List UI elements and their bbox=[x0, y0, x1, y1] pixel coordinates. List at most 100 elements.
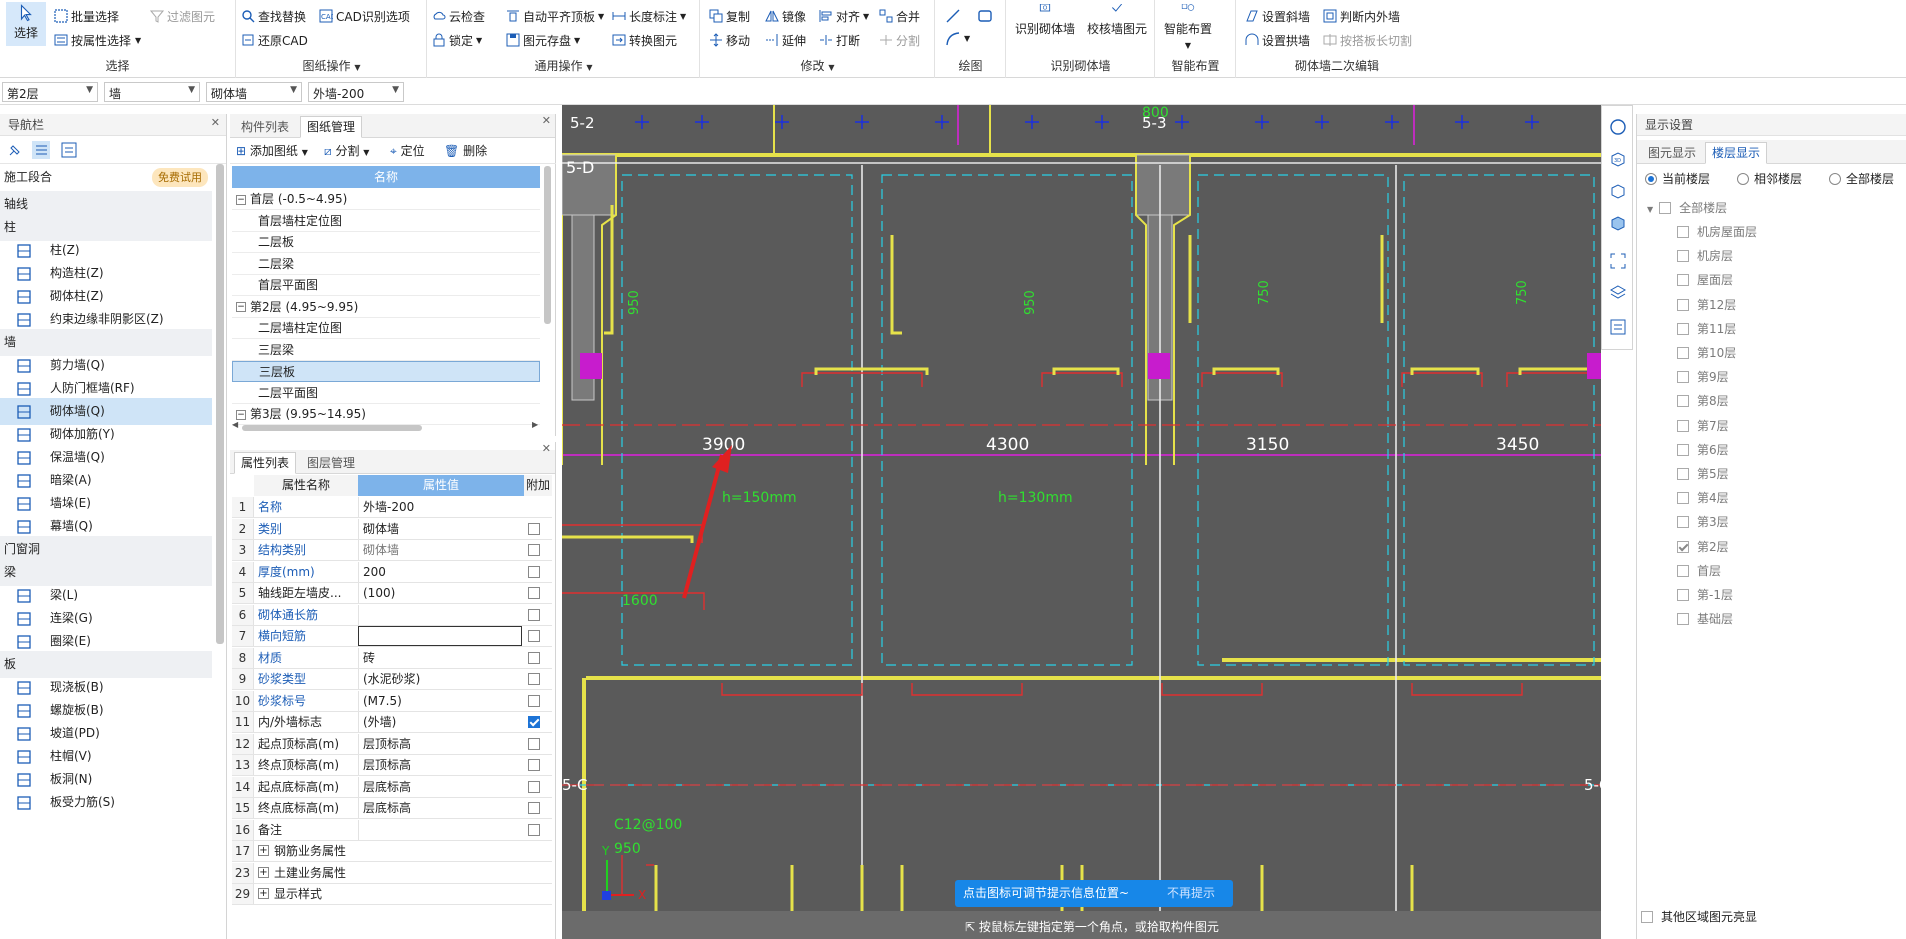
element-select[interactable]: 外墙-200 ▼ bbox=[308, 82, 404, 102]
line-tool-icon[interactable] bbox=[946, 9, 960, 23]
close-icon[interactable]: ✕ bbox=[211, 116, 220, 129]
arc-tool-icon[interactable] bbox=[946, 32, 960, 46]
tab-element-display[interactable]: 图元显示 bbox=[1641, 142, 1703, 164]
tree-drawing-item[interactable]: 二层平面图 bbox=[232, 383, 540, 404]
layer-view-icon[interactable] bbox=[1609, 284, 1627, 302]
locate-button[interactable]: ⌖ 定位 bbox=[390, 138, 425, 164]
tree-drawing-item[interactable]: 三层板 bbox=[232, 361, 540, 382]
property-row[interactable]: 10 砂浆标号 (M7.5) bbox=[232, 690, 552, 712]
break-button[interactable]: 打断 bbox=[819, 30, 860, 50]
dropdown-arrow-icon[interactable]: ▼ bbox=[964, 34, 970, 43]
floor-checkbox[interactable]: 第9层 bbox=[1677, 367, 1729, 387]
collapse-icon[interactable]: − bbox=[236, 302, 246, 312]
collapse-icon[interactable]: − bbox=[236, 194, 246, 205]
tree-floor-node[interactable]: − 第2层 (4.95~9.95) bbox=[232, 297, 540, 318]
copy-button[interactable]: 复制 bbox=[709, 6, 750, 26]
property-row[interactable]: 29 + 显示样式 bbox=[232, 884, 552, 905]
3d-view-icon[interactable]: 3D bbox=[1609, 150, 1627, 168]
property-row[interactable]: 4 厚度(mm) 200 bbox=[232, 561, 552, 583]
find-replace-button[interactable]: 查找替换 bbox=[241, 6, 306, 26]
other-region-checkbox[interactable]: 其他区域图元亮显 bbox=[1641, 907, 1757, 927]
drawing-scrollbar[interactable] bbox=[544, 166, 551, 324]
floor-checkbox[interactable]: 基础层 bbox=[1677, 609, 1733, 629]
tree-drawing-item[interactable]: 首层平面图 bbox=[232, 275, 540, 296]
nav-scrollbar[interactable] bbox=[216, 164, 224, 644]
property-row[interactable]: 1 名称 外墙-200 bbox=[232, 497, 552, 518]
floor-checkbox[interactable]: 机房屋面层 bbox=[1677, 222, 1757, 242]
radio-all-floors[interactable]: 全部楼层 bbox=[1829, 170, 1894, 187]
extra-checkbox[interactable] bbox=[528, 608, 540, 621]
close-icon[interactable]: ✕ bbox=[542, 114, 551, 127]
mirror-button[interactable]: 镜像 bbox=[765, 6, 806, 26]
floor-checkbox[interactable]: 第-1层 bbox=[1677, 585, 1733, 605]
property-value[interactable]: 层顶标高 bbox=[358, 755, 522, 775]
solid-cube-icon[interactable] bbox=[1609, 214, 1627, 232]
floor-checkbox[interactable]: 第7层 bbox=[1677, 416, 1729, 436]
expand-group-icon[interactable]: + bbox=[258, 845, 269, 856]
floor-checkbox[interactable]: 第5层 bbox=[1677, 464, 1729, 484]
floor-select[interactable]: 第2层 ▼ bbox=[2, 82, 98, 102]
extra-checkbox[interactable] bbox=[528, 630, 540, 642]
align-button[interactable]: 对齐 ▼ bbox=[819, 6, 869, 26]
floor-checkbox[interactable]: 第4层 bbox=[1677, 488, 1729, 508]
list-view-icon[interactable] bbox=[32, 141, 50, 159]
property-value[interactable]: (100) bbox=[358, 583, 522, 603]
rect-tool-icon[interactable] bbox=[978, 9, 992, 23]
hint-tooltip[interactable]: 点击图标可调节提示信息位置~ 不再提示 bbox=[955, 880, 1233, 907]
tree-floor-node[interactable]: − 首层 (-0.5~4.95) bbox=[232, 189, 540, 210]
tree-drawing-item[interactable]: 二层板 bbox=[232, 232, 540, 253]
property-value[interactable]: (水泥砂浆) bbox=[358, 669, 522, 689]
merge-button[interactable]: 合并 bbox=[879, 6, 920, 26]
property-row[interactable]: 11 内/外墙标志 (外墙) bbox=[232, 712, 552, 733]
tree-drawing-item[interactable]: 首层墙柱定位图 bbox=[232, 211, 540, 232]
property-view-icon[interactable] bbox=[1609, 318, 1627, 336]
property-value[interactable]: (外墙) bbox=[358, 712, 522, 732]
property-row[interactable]: 6 砌体通长筋 bbox=[232, 604, 552, 626]
floor-checkbox[interactable]: 第8层 bbox=[1677, 391, 1729, 411]
tree-drawing-item[interactable]: 三层梁 bbox=[232, 340, 540, 361]
pin-icon[interactable] bbox=[6, 141, 24, 159]
cloud-check-button[interactable]: 云检查 bbox=[432, 6, 485, 26]
expand-group-icon[interactable]: + bbox=[258, 866, 269, 878]
detail-view-icon[interactable] bbox=[60, 141, 78, 159]
all-floors-checkbox[interactable]: ▼ 全部楼层 bbox=[1647, 198, 1727, 218]
free-trial-badge[interactable]: 免费试用 bbox=[152, 168, 208, 187]
property-value[interactable]: 层底标高 bbox=[358, 776, 522, 797]
common-ops-label[interactable]: 通用操作 ▼ bbox=[428, 57, 699, 74]
drawing-ops-label[interactable]: 图纸操作 ▼ bbox=[237, 57, 426, 74]
floor-checkbox[interactable]: 第11层 bbox=[1677, 319, 1736, 339]
convert-elements-button[interactable]: 转换图元 bbox=[612, 30, 677, 50]
property-value[interactable]: 砖 bbox=[358, 647, 522, 668]
property-value[interactable]: 层底标高 bbox=[358, 798, 522, 818]
move-button[interactable]: 移动 bbox=[709, 30, 750, 50]
set-slope-wall-button[interactable]: 设置斜墙 bbox=[1245, 6, 1310, 26]
tab-drawing-management[interactable]: 图纸管理 bbox=[300, 116, 363, 138]
extra-checkbox[interactable] bbox=[528, 544, 540, 556]
cube-view-icon[interactable] bbox=[1609, 182, 1627, 200]
add-drawing-button[interactable]: ⊞ 添加图纸 ▼ bbox=[236, 138, 308, 164]
floor-checkbox[interactable]: 首层 bbox=[1677, 561, 1721, 581]
extra-checkbox[interactable] bbox=[528, 823, 540, 836]
extra-checkbox[interactable] bbox=[528, 716, 540, 728]
drawing-canvas[interactable]: 5-2 5-3 5-D 5-C 5-C 3900 4300 3150 3450 … bbox=[562, 105, 1601, 939]
lock-button[interactable]: 锁定 ▼ bbox=[432, 30, 482, 50]
radio-current-floor[interactable]: 当前楼层 bbox=[1645, 170, 1710, 187]
extra-checkbox[interactable] bbox=[528, 802, 540, 814]
tab-floor-display[interactable]: 楼层显示 bbox=[1705, 142, 1768, 164]
check-wall-button[interactable]: 校核墙图元 bbox=[1087, 4, 1147, 37]
property-row[interactable]: 14 起点底标高(m) 层底标高 bbox=[232, 776, 552, 798]
view-rotate-icon[interactable] bbox=[1609, 118, 1627, 136]
property-value[interactable]: 砌体墙 bbox=[358, 518, 522, 539]
subtype-select[interactable]: 砌体墙 ▼ bbox=[206, 82, 302, 102]
dont-show-again-link[interactable]: 不再提示 bbox=[1167, 880, 1215, 907]
property-value[interactable]: 层顶标高 bbox=[358, 733, 522, 754]
floor-checkbox[interactable]: 第2层 bbox=[1677, 537, 1729, 557]
set-arch-wall-button[interactable]: 设置拱墙 bbox=[1245, 30, 1310, 50]
close-icon[interactable]: ✕ bbox=[542, 442, 551, 455]
property-row[interactable]: 9 砂浆类型 (水泥砂浆) bbox=[232, 669, 552, 690]
tab-property-list[interactable]: 属性列表 bbox=[234, 452, 297, 474]
delete-drawing-button[interactable]: 🗑 删除 bbox=[444, 138, 487, 164]
extra-checkbox[interactable] bbox=[528, 694, 540, 707]
collapse-icon[interactable]: − bbox=[236, 409, 246, 420]
property-value[interactable]: 砌体墙 bbox=[358, 540, 522, 560]
